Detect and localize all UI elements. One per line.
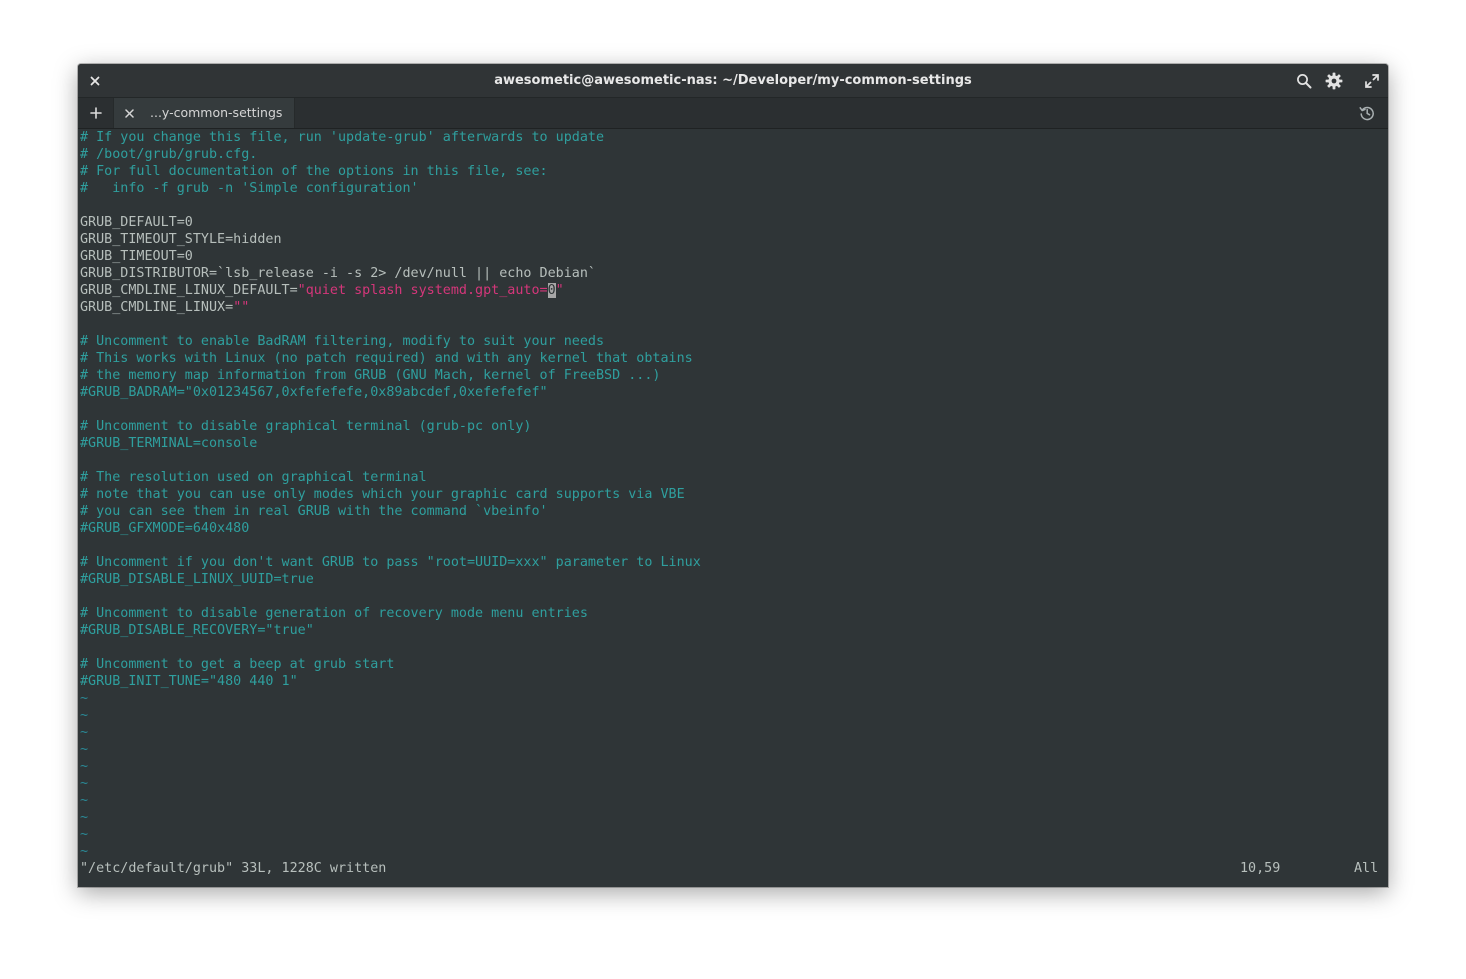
code-line-cmdline-linux: GRUB_CMDLINE_LINUX="" [80,299,249,316]
tilde-marker: ~ [80,844,89,859]
scroll-position: All [1354,861,1379,876]
close-icon [124,108,134,118]
close-tab-button[interactable] [122,98,136,128]
code-line: # For full documentation of the options … [80,164,548,179]
code-line: # /boot/grub/grub.cfg. [80,147,258,162]
settings-button[interactable] [1322,64,1346,97]
tilde-marker: ~ [80,793,89,808]
tilde-marker: ~ [80,708,89,723]
tilde-marker: ~ [80,691,89,706]
code-line: # This works with Linux (no patch requir… [80,351,693,366]
code-line: GRUB_DEFAULT=0 [80,215,193,230]
code-line: # Uncomment to enable BadRAM filtering, … [80,334,605,349]
string-quote: " [297,283,306,298]
config-key: GRUB_CMDLINE_LINUX= [80,300,234,315]
maximize-button[interactable] [1360,64,1384,97]
code-line-cmdline-default: GRUB_CMDLINE_LINUX_DEFAULT="quiet splash… [80,282,564,299]
titlebar: awesometic@awesometic-nas: ~/Developer/m… [78,64,1388,98]
code-line: GRUB_TIMEOUT_STYLE=hidden [80,232,282,247]
code-line: #GRUB_GFXMODE=640x480 [80,521,250,536]
code-line: # Uncomment to get a beep at grub start [80,657,395,672]
new-tab-button[interactable] [86,98,106,128]
tab-my-common-settings[interactable]: ...y-common-settings [113,98,295,128]
code-line: # Uncomment if you don't want GRUB to pa… [80,555,701,570]
history-icon [1359,106,1374,121]
string-quote: " [555,283,564,298]
code-line: # info -f grub -n 'Simple configuration' [80,181,419,196]
gear-icon [1325,72,1343,89]
history-button[interactable] [1356,98,1378,128]
code-line: #GRUB_DISABLE_LINUX_UUID=true [80,572,314,587]
code-line: #GRUB_INIT_TUNE="480 440 1" [80,674,298,689]
tilde-marker: ~ [80,827,89,842]
string-value: "" [233,300,250,315]
tilde-marker: ~ [80,776,89,791]
maximize-icon [1365,73,1379,88]
code-line: # Uncomment to disable generation of rec… [80,606,588,621]
code-line: # the memory map information from GRUB (… [80,368,661,383]
tilde-marker: ~ [80,810,89,825]
plus-icon [90,107,102,119]
search-button[interactable] [1292,64,1316,97]
tab-label: ...y-common-settings [150,105,283,120]
window-title: awesometic@awesometic-nas: ~/Developer/m… [494,73,972,88]
code-line: GRUB_TIMEOUT=0 [80,249,193,264]
code-line: #GRUB_TERMINAL=console [80,436,258,451]
code-line: #GRUB_BADRAM="0x01234567,0xfefefefe,0x89… [80,385,548,400]
code-line: # The resolution used on graphical termi… [80,470,427,485]
search-icon [1297,73,1312,88]
code-line: # If you change this file, run 'update-g… [80,130,605,145]
tilde-marker: ~ [80,725,89,740]
tilde-marker: ~ [80,759,89,774]
text-cursor: 0 [547,283,556,298]
code-line: # you can see them in real GRUB with the… [80,504,548,519]
cursor-position: 10,59 [1240,861,1281,876]
terminal-window: awesometic@awesometic-nas: ~/Developer/m… [78,64,1388,887]
tilde-marker: ~ [80,742,89,757]
tab-bar: ...y-common-settings [78,98,1388,129]
code-line: GRUB_DISTRIBUTOR=`lsb_release -i -s 2> /… [80,266,596,281]
string-value: quiet splash systemd.gpt_auto= [305,283,548,298]
code-line: #GRUB_DISABLE_RECOVERY="true" [80,623,314,638]
config-key: GRUB_CMDLINE_LINUX_DEFAULT= [80,283,298,298]
code-line: # note that you can use only modes which… [80,487,685,502]
code-line: # Uncomment to disable graphical termina… [80,419,532,434]
terminal-content[interactable]: # If you change this file, run 'update-g… [80,129,1386,881]
status-message: "/etc/default/grub" 33L, 1228C written [80,861,387,876]
